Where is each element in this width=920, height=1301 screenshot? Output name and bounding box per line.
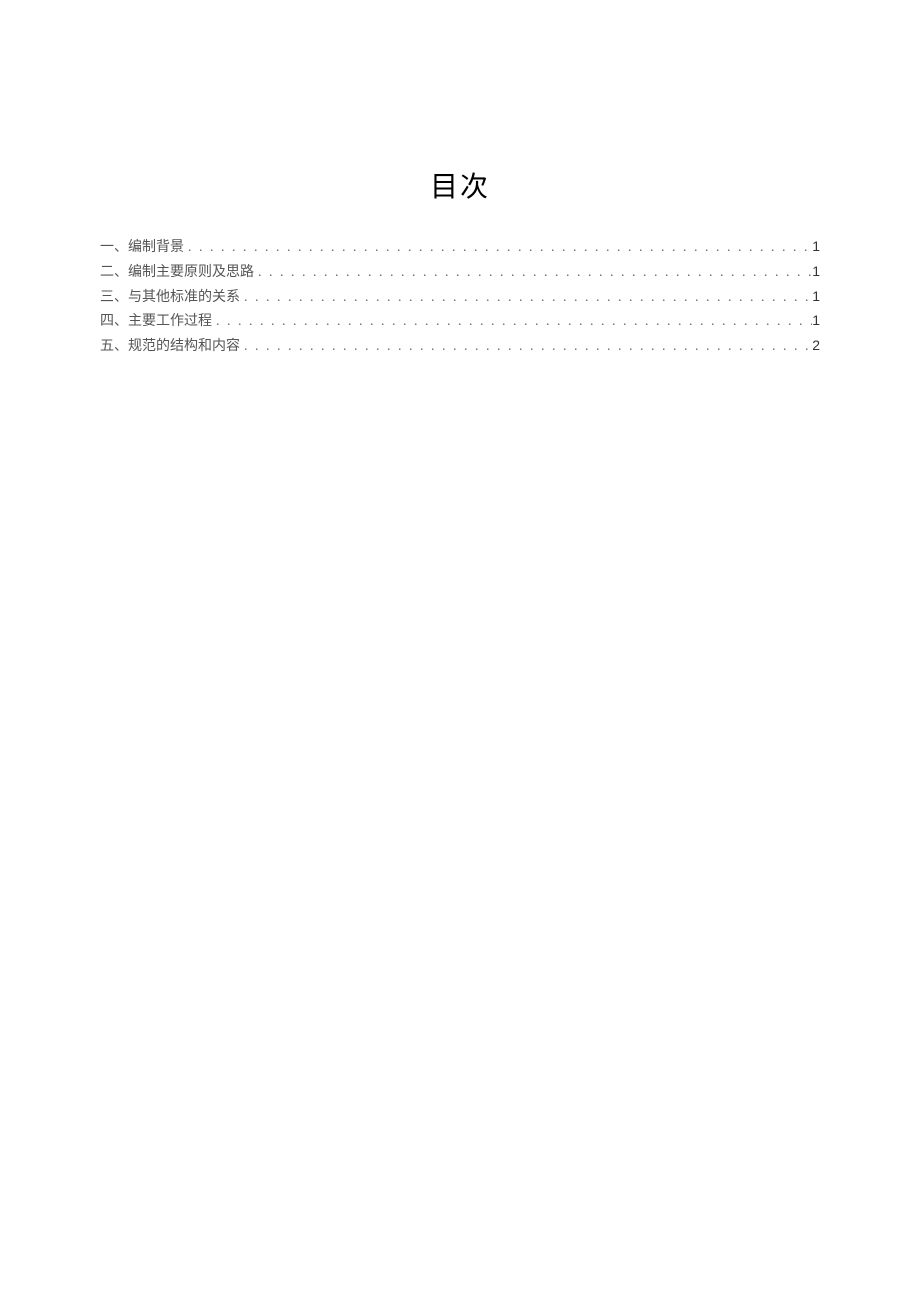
toc-entry: 二、编制主要原则及思路 1 [100,260,820,285]
toc-entry: 三、与其他标准的关系 1 [100,285,820,310]
toc-entry: 四、主要工作过程 1 [100,309,820,334]
toc-page-number: 1 [812,260,820,284]
toc-label: 一、编制背景 [100,236,184,260]
toc-dots [254,261,812,285]
toc-dots [184,236,812,260]
toc-dots [240,286,812,310]
toc-page-number: 1 [812,309,820,333]
toc-page-number: 1 [812,285,820,309]
toc-page-number: 1 [812,235,820,259]
page-title: 目次 [100,165,820,205]
toc-list: 一、编制背景 1 二、编制主要原则及思路 1 三、与其他标准的关系 1 四、主要… [100,235,820,359]
toc-entry: 一、编制背景 1 [100,235,820,260]
toc-dots [240,335,812,359]
toc-label: 二、编制主要原则及思路 [100,261,254,285]
toc-page-number: 2 [812,334,820,358]
toc-entry: 五、规范的结构和内容 2 [100,334,820,359]
toc-dots [212,310,812,334]
toc-label: 五、规范的结构和内容 [100,335,240,359]
toc-label: 三、与其他标准的关系 [100,286,240,310]
toc-label: 四、主要工作过程 [100,310,212,334]
